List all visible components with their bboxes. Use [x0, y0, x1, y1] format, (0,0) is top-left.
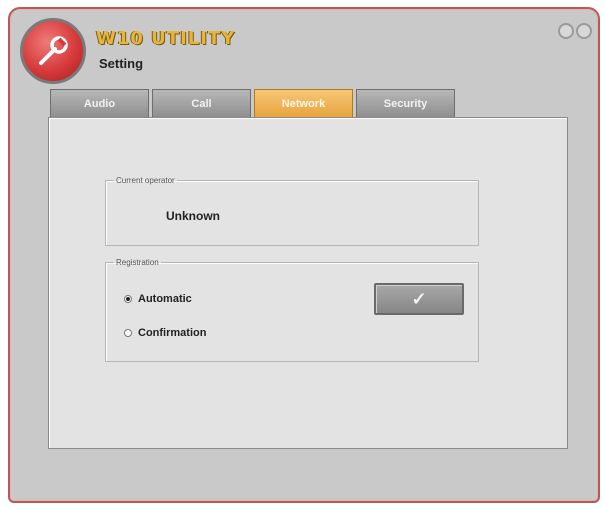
confirm-button[interactable]: ✓ [374, 283, 464, 315]
current-operator-group: Current operator Unknown [105, 176, 479, 246]
app-title: W10 UTILITY [96, 28, 236, 49]
close-icon[interactable] [576, 23, 592, 39]
tab-security[interactable]: Security [356, 89, 455, 117]
tab-audio[interactable]: Audio [50, 89, 149, 117]
confirmation-label: Confirmation [138, 327, 207, 339]
registration-group: Registration Automatic Confirmation ✓ [105, 258, 479, 362]
automatic-radio[interactable] [124, 295, 132, 303]
wrench-icon [20, 18, 86, 84]
network-panel: Current operator Unknown Registration Au… [48, 117, 568, 449]
tab-bar: Audio Call Network Security [50, 89, 458, 117]
page-title: Setting [99, 56, 144, 71]
registration-legend: Registration [116, 258, 159, 267]
automatic-option[interactable]: Automatic [124, 293, 192, 305]
tab-call[interactable]: Call [152, 89, 251, 117]
confirmation-radio[interactable] [124, 329, 132, 337]
confirmation-option[interactable]: Confirmation [124, 327, 206, 339]
operator-value: Unknown [166, 209, 220, 223]
automatic-label: Automatic [138, 293, 192, 305]
current-operator-legend: Current operator [116, 176, 175, 185]
minimize-icon[interactable] [558, 23, 574, 39]
checkmark-icon: ✓ [411, 288, 427, 309]
tab-network[interactable]: Network [254, 89, 353, 117]
